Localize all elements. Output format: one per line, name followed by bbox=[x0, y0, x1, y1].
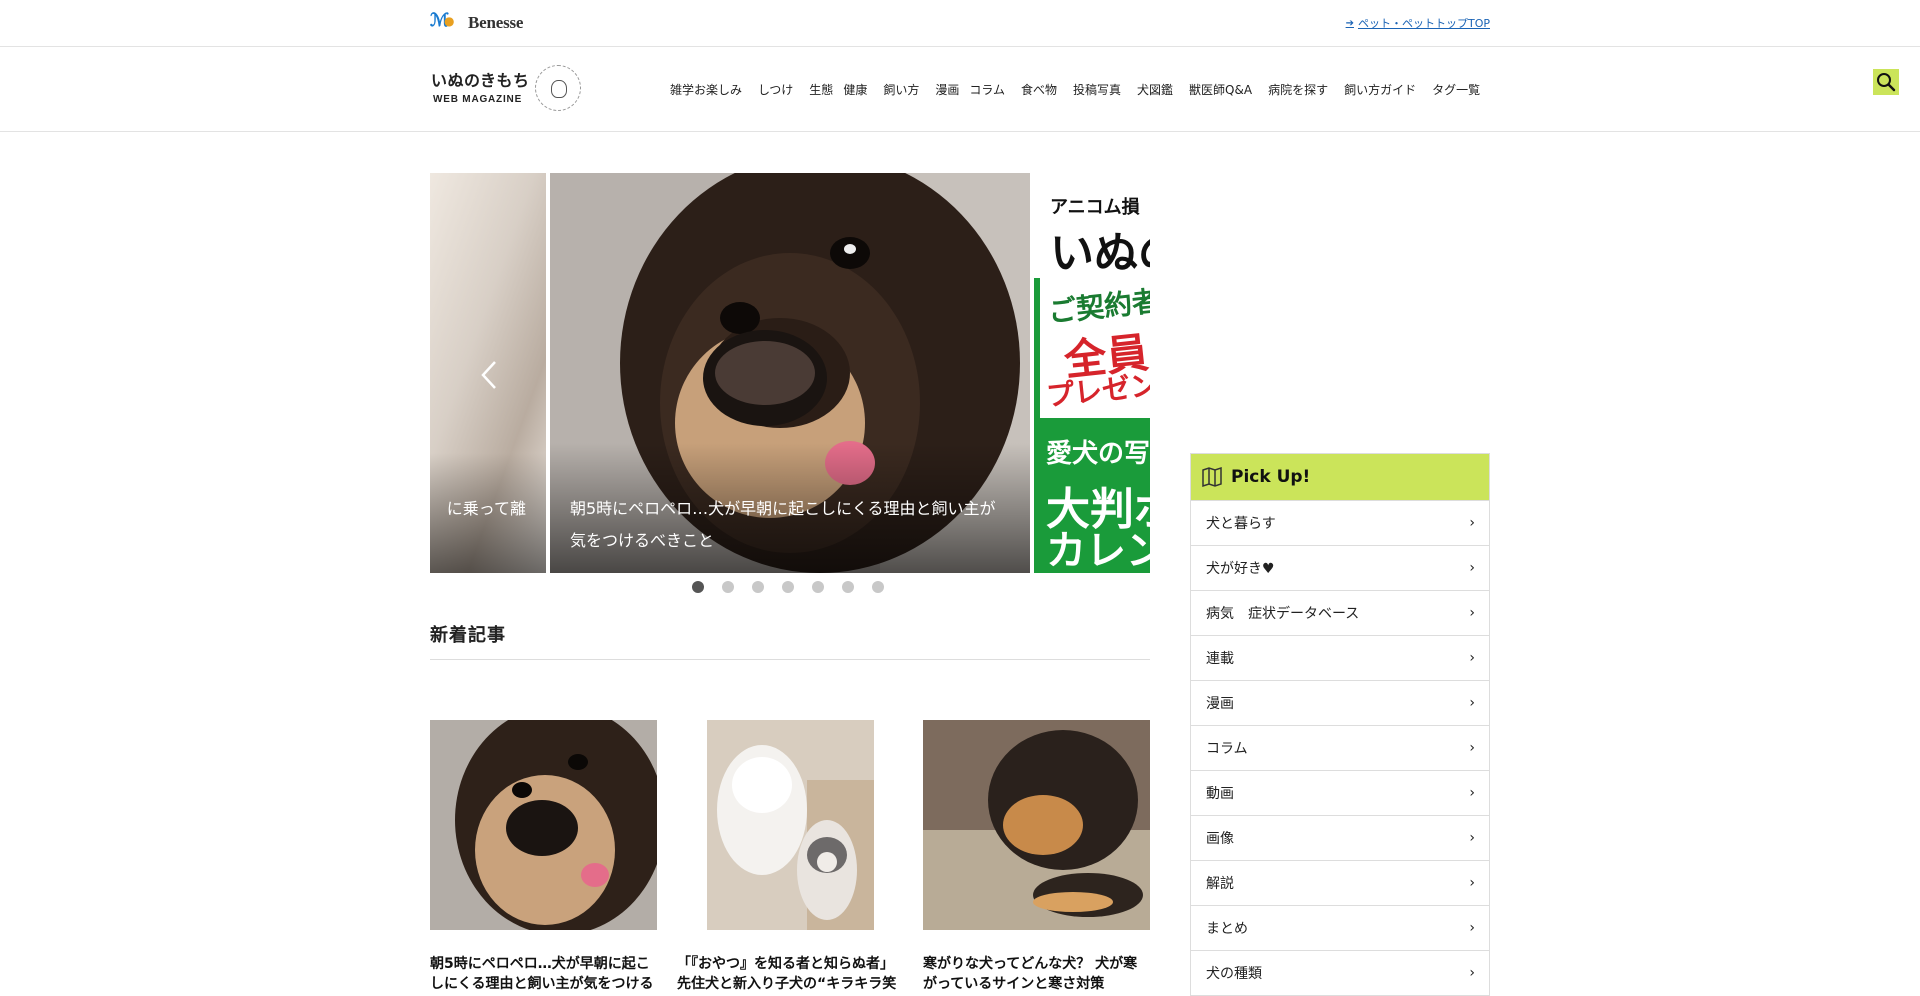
benesse-wordmark: Benesse bbox=[468, 13, 524, 32]
pickup-header: Pick Up! bbox=[1191, 454, 1489, 500]
top-link[interactable]: ➔ ペット・ペットトップTOP bbox=[1346, 15, 1490, 31]
nav-item[interactable]: 投稿写真 bbox=[1073, 81, 1121, 98]
slider-dots bbox=[692, 581, 884, 593]
pickup-item[interactable]: 連載 › bbox=[1191, 635, 1489, 680]
article-card[interactable]: 寒がりな犬ってどんな犬？ 犬が寒がっているサインと寒さ対策 bbox=[923, 720, 1150, 994]
pickup-item[interactable]: まとめ › bbox=[1191, 905, 1489, 950]
chevron-right-icon: › bbox=[1469, 875, 1475, 891]
chevron-right-icon: › bbox=[1469, 965, 1475, 981]
pickup-item-label: 犬と暮らす bbox=[1206, 516, 1276, 532]
nav-item[interactable]: タグ一覧 bbox=[1432, 81, 1480, 98]
chevron-right-icon: › bbox=[1469, 830, 1475, 846]
chevron-right-icon: › bbox=[1469, 605, 1475, 621]
slider-dot[interactable] bbox=[812, 581, 824, 593]
nav-item[interactable]: 飼い方 bbox=[883, 81, 919, 98]
nav-item[interactable]: 雑学お楽しみ bbox=[670, 81, 742, 98]
pickup-item-label: コラム bbox=[1206, 741, 1248, 757]
slide-current[interactable]: 朝5時にペロペロ…犬が早朝に起こしにくる理由と飼い主が気をつけるべきこと bbox=[550, 173, 1030, 573]
topbar: ℳ ● Benesse ➔ ペット・ペットトップTOP bbox=[0, 0, 1920, 47]
pickup-item[interactable]: 漫画 › bbox=[1191, 680, 1489, 725]
slider-dot[interactable] bbox=[752, 581, 764, 593]
search-button[interactable] bbox=[1873, 69, 1899, 95]
ad-text: カレン bbox=[1046, 528, 1150, 573]
slide-caption: 朝5時にペロペロ…犬が早朝に起こしにくる理由と飼い主が気をつけるべきこと bbox=[570, 499, 996, 550]
logo-en: WEB MAGAZINE bbox=[433, 94, 523, 105]
pickup-item-label: 画像 bbox=[1206, 831, 1234, 847]
pickup-item[interactable]: 病気 症状データベース › bbox=[1191, 590, 1489, 635]
slide-caption: に乗って離 bbox=[446, 499, 526, 518]
ad-text: いぬの bbox=[1050, 228, 1150, 279]
chevron-right-icon: › bbox=[1469, 920, 1475, 936]
article-thumbnail bbox=[430, 720, 657, 930]
nav-item[interactable]: しつけ bbox=[758, 81, 793, 98]
chevron-right-icon: › bbox=[1469, 740, 1475, 756]
nav-item[interactable]: 健康 bbox=[843, 81, 867, 98]
site-header: いぬのきもち WEB MAGAZINE 雑学お楽しみ しつけ 生態 健康 飼い方… bbox=[0, 47, 1920, 132]
site-logo[interactable]: いぬのきもち WEB MAGAZINE bbox=[431, 65, 581, 113]
nav-item[interactable]: 食べ物 bbox=[1021, 81, 1057, 98]
pickup-item[interactable]: 犬が好き♥ › bbox=[1191, 545, 1489, 590]
article-title: 寒がりな犬ってどんな犬？ 犬が寒がっているサインと寒さ対策 bbox=[923, 956, 1138, 992]
chevron-right-icon: › bbox=[1469, 560, 1475, 576]
article-thumbnail bbox=[677, 720, 904, 930]
pickup-item-label: 犬の種類 bbox=[1206, 966, 1262, 982]
pickup-item-label: 解説 bbox=[1206, 876, 1234, 892]
slider-dot[interactable] bbox=[692, 581, 704, 593]
chevron-left-icon bbox=[481, 361, 496, 389]
ad-text: アニコム損 bbox=[1050, 197, 1140, 218]
pickup-item-label: 犬が好き♥ bbox=[1206, 561, 1275, 577]
pickup-item-label: 病気 症状データベース bbox=[1206, 606, 1360, 622]
article-title: 「『おやつ』を知る者と知らぬ者」先住犬と新入り子犬の“キラキラ笑 bbox=[677, 956, 897, 992]
ad-banner[interactable]: アニコム損 いぬの ご契約者 全員 プレゼン 愛犬の写 大判ポ カレン bbox=[1034, 173, 1150, 573]
ad-text: 愛犬の写 bbox=[1046, 439, 1150, 469]
article-title: 朝5時にペロペロ…犬が早朝に起こしにくる理由と飼い主が気をつける bbox=[430, 956, 654, 992]
chevron-right-icon: › bbox=[1469, 695, 1475, 711]
pickup-item[interactable]: コラム › bbox=[1191, 725, 1489, 770]
arrow-right-icon: ➔ bbox=[1345, 17, 1354, 29]
pickup-title: Pick Up! bbox=[1231, 467, 1311, 487]
divider bbox=[430, 659, 1150, 660]
pickup-item-label: まとめ bbox=[1206, 921, 1248, 937]
pickup-panel: Pick Up! 犬と暮らす › 犬が好き♥ › 病気 症状データベース › 連載 › … bbox=[1190, 453, 1490, 996]
nav-item[interactable]: 犬図鑑 bbox=[1137, 81, 1173, 98]
benesse-logo[interactable]: ℳ ● Benesse bbox=[430, 10, 524, 35]
pickup-item[interactable]: 画像 › bbox=[1191, 815, 1489, 860]
slider-dot[interactable] bbox=[872, 581, 884, 593]
dogs-photo bbox=[677, 720, 904, 930]
search-icon bbox=[1877, 73, 1896, 92]
benesse-mark-icon: ℳ ● bbox=[430, 10, 455, 31]
article-thumbnail bbox=[923, 720, 1150, 930]
pickup-item[interactable]: 解説 › bbox=[1191, 860, 1489, 905]
map-icon bbox=[1202, 466, 1222, 488]
nav-item[interactable]: 生態 bbox=[809, 81, 833, 98]
global-nav: 雑学お楽しみ しつけ 生態 健康 飼い方 漫画 コラム 食べ物 投稿写真 犬図鑑… bbox=[670, 81, 1496, 98]
chevron-right-icon: › bbox=[1469, 650, 1475, 666]
nav-item[interactable]: コラム bbox=[969, 81, 1005, 98]
nav-item[interactable]: 飼い方ガイド bbox=[1344, 81, 1416, 98]
logo-jp: いぬのきもち bbox=[431, 71, 530, 90]
pickup-item-label: 連載 bbox=[1206, 651, 1234, 667]
dog-photo bbox=[923, 720, 1150, 930]
chevron-right-icon: › bbox=[1469, 515, 1475, 531]
nav-item[interactable]: 獣医師Q&A bbox=[1189, 81, 1252, 98]
article-card[interactable]: 「『おやつ』を知る者と知らぬ者」先住犬と新入り子犬の“キラキラ笑 bbox=[677, 720, 904, 994]
article-card[interactable]: 朝5時にペロペロ…犬が早朝に起こしにくる理由と飼い主が気をつける bbox=[430, 720, 657, 994]
dog-photo bbox=[430, 720, 657, 930]
support-animal-seal-icon bbox=[535, 65, 581, 111]
slider-dot[interactable] bbox=[722, 581, 734, 593]
nav-item[interactable]: 病院を探す bbox=[1268, 81, 1328, 98]
pickup-item[interactable]: 犬と暮らす › bbox=[1191, 500, 1489, 545]
section-title: 新着記事 bbox=[430, 625, 506, 646]
nav-item[interactable]: 漫画 bbox=[935, 81, 959, 98]
pickup-item-label: 動画 bbox=[1206, 786, 1234, 802]
top-link-label: ペット・ペットトップTOP bbox=[1357, 17, 1490, 30]
pickup-item[interactable]: 犬の種類 › bbox=[1191, 950, 1489, 995]
chevron-right-icon: › bbox=[1469, 785, 1475, 801]
slider-dot[interactable] bbox=[842, 581, 854, 593]
pickup-item-label: 漫画 bbox=[1206, 696, 1234, 712]
hero-slider: に乗って離 朝5時にペロペロ…犬が早朝に起こしにくる理由と飼い主が気をつけるべき… bbox=[430, 173, 1150, 573]
slider-prev-button[interactable] bbox=[477, 355, 501, 395]
slider-dot[interactable] bbox=[782, 581, 794, 593]
pickup-item[interactable]: 動画 › bbox=[1191, 770, 1489, 815]
